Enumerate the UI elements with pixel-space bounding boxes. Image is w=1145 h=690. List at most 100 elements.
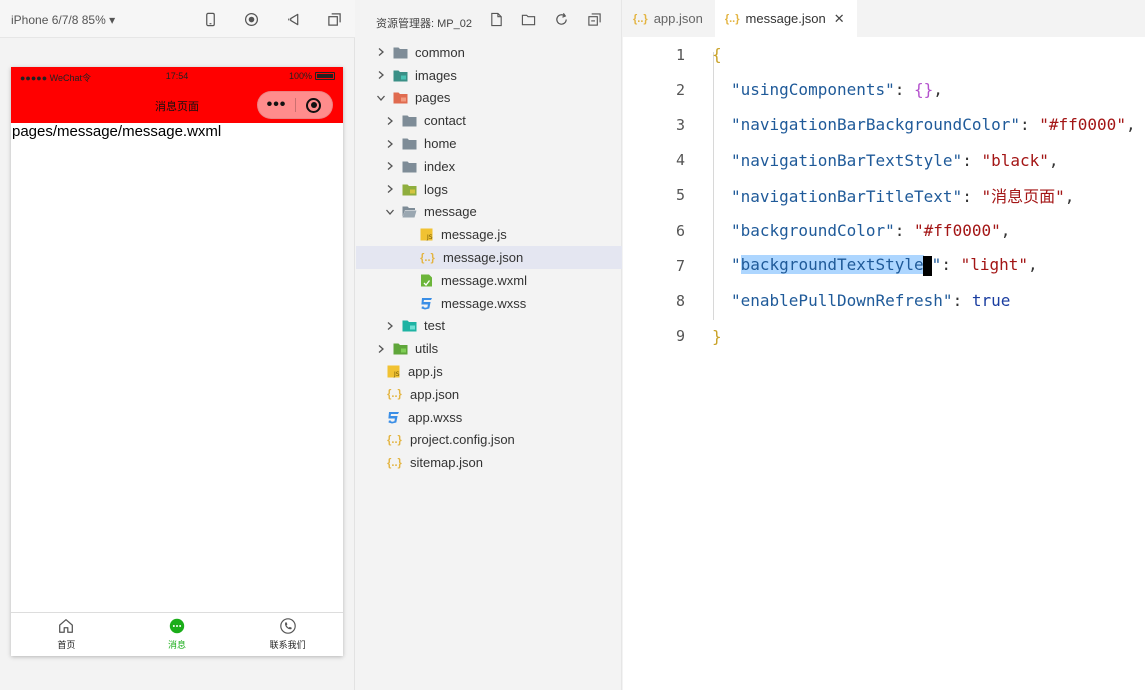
colon: : xyxy=(952,291,972,311)
tree-item[interactable]: app.wxss xyxy=(356,406,622,429)
file-tree: common images pages contact home index logs mes… xyxy=(356,41,622,474)
tree-item-label: index xyxy=(424,158,456,174)
line-number: 3 xyxy=(675,115,685,134)
more-options-button[interactable]: ••• xyxy=(258,91,295,119)
tree-item[interactable]: home xyxy=(356,132,622,155)
code-text: "usingComponents": {}, xyxy=(731,80,943,99)
code-text: "navigationBarTitleText": "消息页面", xyxy=(731,183,1074,207)
tree-item-label: logs xyxy=(424,181,448,197)
status-battery: 100% xyxy=(289,71,335,81)
json-string-value: "消息页面" xyxy=(981,187,1065,207)
code-line[interactable]: 8 "enablePullDownRefresh": true xyxy=(623,283,1145,318)
tree-item[interactable]: pages xyxy=(356,87,622,110)
chevron-right-icon[interactable] xyxy=(384,320,396,332)
chevron-right-icon[interactable] xyxy=(384,138,396,150)
comma: , xyxy=(1000,221,1011,241)
tree-item[interactable]: message.wxss xyxy=(356,292,622,315)
tab-message-json[interactable]: {..} message.json ✕ xyxy=(714,0,857,37)
chevron-right-icon[interactable] xyxy=(384,115,396,127)
tab-message[interactable]: 消息 xyxy=(122,613,233,656)
code-line[interactable]: 6 "backgroundColor": "#ff0000", xyxy=(623,213,1145,248)
code-editor[interactable]: 1{ 2 "usingComponents": {}, 3 "navigationBar… xyxy=(623,37,1145,354)
colon: : xyxy=(962,150,982,170)
tab-label: 首页 xyxy=(57,640,76,650)
json-file-icon: {..} xyxy=(633,12,648,25)
line-number: 9 xyxy=(675,327,685,346)
tree-item[interactable]: utils xyxy=(356,337,622,360)
tree-item[interactable]: {..} sitemap.json xyxy=(356,451,622,474)
code-line[interactable]: 7 "backgroundTextStyle ": "light", xyxy=(623,248,1145,283)
code-text: "enablePullDownRefresh": true xyxy=(731,291,1010,310)
line-number: 4 xyxy=(675,151,685,170)
close-tab-icon[interactable]: ✕ xyxy=(834,11,845,27)
tab-contact[interactable]: 联系我们 xyxy=(232,613,343,656)
tab-home[interactable]: 首页 xyxy=(11,613,122,656)
tab-label: 联系我们 xyxy=(269,640,306,650)
line-number: 6 xyxy=(675,221,685,240)
code-line[interactable]: 4 "navigationBarTextStyle": "black", xyxy=(623,143,1145,178)
new-file-icon[interactable] xyxy=(489,12,504,27)
chevron-right-icon[interactable] xyxy=(375,69,387,81)
tree-item[interactable]: images xyxy=(356,64,622,87)
detach-window-icon[interactable] xyxy=(326,11,342,27)
chevron-right-icon[interactable] xyxy=(375,343,387,355)
refresh-icon[interactable] xyxy=(554,12,569,27)
code-text: "backgroundTextStyle ": "light", xyxy=(731,255,1038,276)
code-line[interactable]: 1{ xyxy=(623,37,1145,72)
tree-item[interactable]: contact xyxy=(356,109,622,132)
tree-item-label: pages xyxy=(415,90,451,106)
code-text: "navigationBarBackgroundColor": "#ff0000… xyxy=(731,115,1136,134)
tree-item[interactable]: logs xyxy=(356,178,622,201)
new-folder-icon[interactable] xyxy=(521,12,536,27)
target-icon xyxy=(306,97,322,113)
wxml-file-icon xyxy=(419,274,434,287)
tree-item[interactable]: JS message.js xyxy=(356,223,622,246)
css-file-icon xyxy=(419,297,434,310)
colon: : xyxy=(894,80,915,100)
line-number: 2 xyxy=(675,80,685,99)
tree-item[interactable]: {..} message.json xyxy=(356,246,622,269)
folder-icon xyxy=(393,46,408,59)
collapse-all-icon[interactable] xyxy=(587,12,602,27)
chevron-down-icon[interactable] xyxy=(384,206,396,218)
chevron-right-icon[interactable] xyxy=(375,46,387,58)
code-text: { xyxy=(712,45,722,64)
volume-icon[interactable] xyxy=(285,11,301,27)
tab-app-json[interactable]: {..} app.json xyxy=(623,0,715,37)
json-string-value: "#ff0000" xyxy=(1039,115,1126,135)
chevron-right-icon[interactable] xyxy=(384,183,396,195)
phone-status-bar: ●●●●● WeChat令 17:54 100% xyxy=(11,67,343,87)
code-line[interactable]: 5 "navigationBarTitleText": "消息页面", xyxy=(623,178,1145,213)
json-file-icon: {..} xyxy=(420,251,435,264)
home-icon xyxy=(59,619,74,633)
tree-item[interactable]: message xyxy=(356,201,622,224)
colon: : xyxy=(941,255,961,275)
tree-item[interactable]: JS app.js xyxy=(356,360,622,383)
tree-item[interactable]: {..} app.json xyxy=(356,383,622,406)
chevron-down-icon[interactable] xyxy=(375,92,387,104)
tree-item-label: home xyxy=(424,136,457,152)
chevron-right-icon[interactable] xyxy=(384,160,396,172)
json-object: {} xyxy=(914,80,934,100)
json-key: "navigationBarTextStyle" xyxy=(731,150,963,170)
tree-item[interactable]: test xyxy=(356,315,622,338)
json-key: "navigationBarBackgroundColor" xyxy=(731,115,1020,135)
tree-item[interactable]: index xyxy=(356,155,622,178)
record-icon[interactable] xyxy=(243,11,259,27)
tree-item-label: utils xyxy=(415,341,439,357)
tree-item[interactable]: message.wxml xyxy=(356,269,622,292)
tab-label: app.json xyxy=(653,11,703,26)
battery-percent: 100% xyxy=(288,71,312,81)
tree-item[interactable]: common xyxy=(356,41,622,64)
comma: , xyxy=(1048,150,1059,170)
code-line[interactable]: 9} xyxy=(623,319,1145,354)
menu-capsule: ••• xyxy=(257,91,333,119)
tree-item[interactable]: {..} project.config.json xyxy=(356,429,622,452)
code-line[interactable]: 2 "usingComponents": {}, xyxy=(623,72,1145,107)
close-miniprogram-button[interactable] xyxy=(296,91,332,119)
device-select[interactable]: iPhone 6/7/8 85% ▾ xyxy=(11,13,115,27)
phone-rotate-icon[interactable] xyxy=(202,11,218,27)
line-number: 5 xyxy=(675,186,685,205)
tree-item-label: test xyxy=(424,318,445,334)
code-line[interactable]: 3 "navigationBarBackgroundColor": "#ff000… xyxy=(623,107,1145,142)
